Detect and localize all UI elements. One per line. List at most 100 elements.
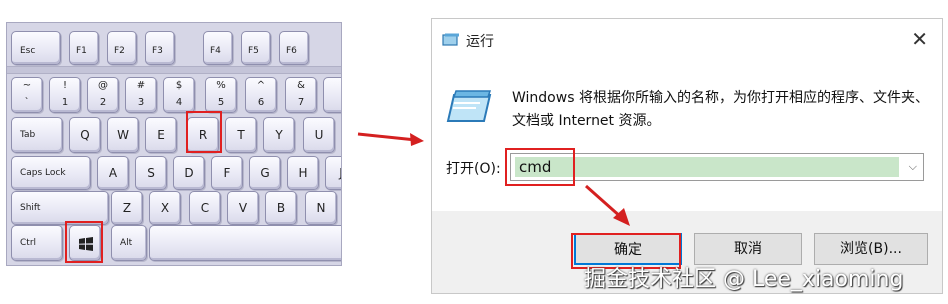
key-label: Esc xyxy=(20,46,36,56)
dialog-title-bar: 运行 ✕ xyxy=(432,19,942,61)
chevron-down-icon[interactable]: ⌵ xyxy=(909,160,917,174)
key-symbol: 3 xyxy=(137,97,145,108)
keyboard-row-divider xyxy=(7,66,341,74)
key-g: G xyxy=(249,156,281,190)
key-d: D xyxy=(173,156,205,190)
key-shift-symbol: ^ xyxy=(256,80,266,91)
key-2: @2 xyxy=(87,77,119,113)
keyboard-illustration: Esc F1 F2 F3 F4 F5 F6 ~ ` ! 1 @2 #3 $4 % 5 … xyxy=(6,22,342,266)
key-ctrl: Ctrl xyxy=(11,225,63,261)
key-x: X xyxy=(149,191,181,225)
down-arrow-icon xyxy=(585,184,630,226)
open-label: 打开(O): xyxy=(446,161,501,177)
key-v: V xyxy=(227,191,259,225)
key-shift-symbol: # xyxy=(136,80,146,91)
key-q: Q xyxy=(69,117,101,153)
right-arrow-icon xyxy=(357,132,424,146)
key-label: F xyxy=(223,166,231,180)
key-symbol: 7 xyxy=(297,97,305,108)
key-label: Ctrl xyxy=(20,238,37,248)
key-caps-lock: Caps Lock xyxy=(11,156,91,190)
key-shift-symbol: @ xyxy=(98,80,108,91)
key-label: H xyxy=(298,166,308,180)
key-label: V xyxy=(238,201,248,215)
key-symbol: 2 xyxy=(99,97,107,108)
key-f5: F5 xyxy=(241,31,271,65)
key-label: F1 xyxy=(76,46,87,56)
windows-key-highlight xyxy=(65,221,103,263)
key-label: F3 xyxy=(152,46,163,56)
key-4: $4 xyxy=(163,77,195,113)
dialog-description: Windows 将根据你所输入的名称，为你打开相应的程序、文件夹、文档或 Int… xyxy=(512,90,929,129)
key-label: A xyxy=(108,166,118,180)
key-z: Z xyxy=(111,191,143,225)
key-label: X xyxy=(160,201,170,215)
key-label: U xyxy=(314,128,324,142)
key-alt: Alt xyxy=(111,225,147,261)
key-6: ^ 6 xyxy=(245,77,277,113)
key-5: % 5 xyxy=(205,77,237,113)
key-label: F2 xyxy=(114,46,125,56)
key-label: W xyxy=(117,128,129,142)
key-7: & 7 xyxy=(285,77,317,113)
key-label: Y xyxy=(275,128,283,142)
key-y: Y xyxy=(263,117,295,153)
key-shift-symbol: ! xyxy=(62,80,67,91)
key-f2: F2 xyxy=(107,31,137,65)
key-h: H xyxy=(287,156,319,190)
key-label: S xyxy=(147,166,155,180)
key-label: Shift xyxy=(20,203,41,213)
key-t: T xyxy=(225,117,257,153)
key-e: E xyxy=(145,117,177,153)
key-symbol: 6 xyxy=(257,97,265,108)
key-label: J xyxy=(326,166,341,180)
key-label: G xyxy=(260,166,270,180)
key-label: Q xyxy=(80,128,90,142)
key-symbol: 5 xyxy=(217,97,225,108)
key-esc: Esc xyxy=(11,31,61,65)
key-symbol: 4 xyxy=(175,97,183,108)
key-u: U xyxy=(303,117,335,153)
key-label: F4 xyxy=(210,46,221,56)
key-j: J xyxy=(325,156,341,190)
key-shift-symbol: & xyxy=(297,80,305,91)
dialog-body: Windows 将根据你所输入的名称，为你打开相应的程序、文件夹、文档或 Int… xyxy=(432,61,942,211)
close-icon[interactable]: ✕ xyxy=(911,27,928,51)
key-shift-symbol: $ xyxy=(175,80,183,91)
key-f: F xyxy=(211,156,243,190)
key-f6: F6 xyxy=(279,31,309,65)
key-label: Z xyxy=(122,201,132,215)
key-label: F6 xyxy=(286,46,297,56)
key-f1: F1 xyxy=(69,31,99,65)
key-space xyxy=(149,225,341,261)
watermark: 掘金技术社区 @ Lee_xiaoming xyxy=(584,267,904,292)
key-f3: F3 xyxy=(145,31,175,65)
key-a: A xyxy=(97,156,129,190)
r-key-highlight xyxy=(186,111,222,153)
key-3: #3 xyxy=(125,77,157,113)
key-shift-symbol: % xyxy=(216,80,226,91)
key-label: N xyxy=(316,201,326,215)
key-shift-symbol: ~ xyxy=(22,80,32,91)
run-app-icon xyxy=(442,33,459,46)
key-label: T xyxy=(237,128,245,142)
key-symbol: ` xyxy=(24,97,30,108)
run-program-icon xyxy=(446,90,492,122)
key-label: C xyxy=(200,201,210,215)
key-shift: Shift xyxy=(11,191,109,225)
key-1: ! 1 xyxy=(49,77,81,113)
key-label: Alt xyxy=(120,238,133,248)
key-s: S xyxy=(135,156,167,190)
key-f4: F4 xyxy=(203,31,233,65)
key-label: F5 xyxy=(248,46,259,56)
cmd-input-highlight xyxy=(505,148,575,186)
key-c: C xyxy=(189,191,221,225)
key-backtick: ~ ` xyxy=(11,77,43,113)
key-b: B xyxy=(265,191,297,225)
key-n: N xyxy=(305,191,337,225)
key-label: Caps Lock xyxy=(20,168,66,178)
key-tab: Tab xyxy=(11,117,63,153)
key-label: Tab xyxy=(20,130,36,140)
dialog-title: 运行 xyxy=(466,34,494,50)
key-label: B xyxy=(276,201,286,215)
